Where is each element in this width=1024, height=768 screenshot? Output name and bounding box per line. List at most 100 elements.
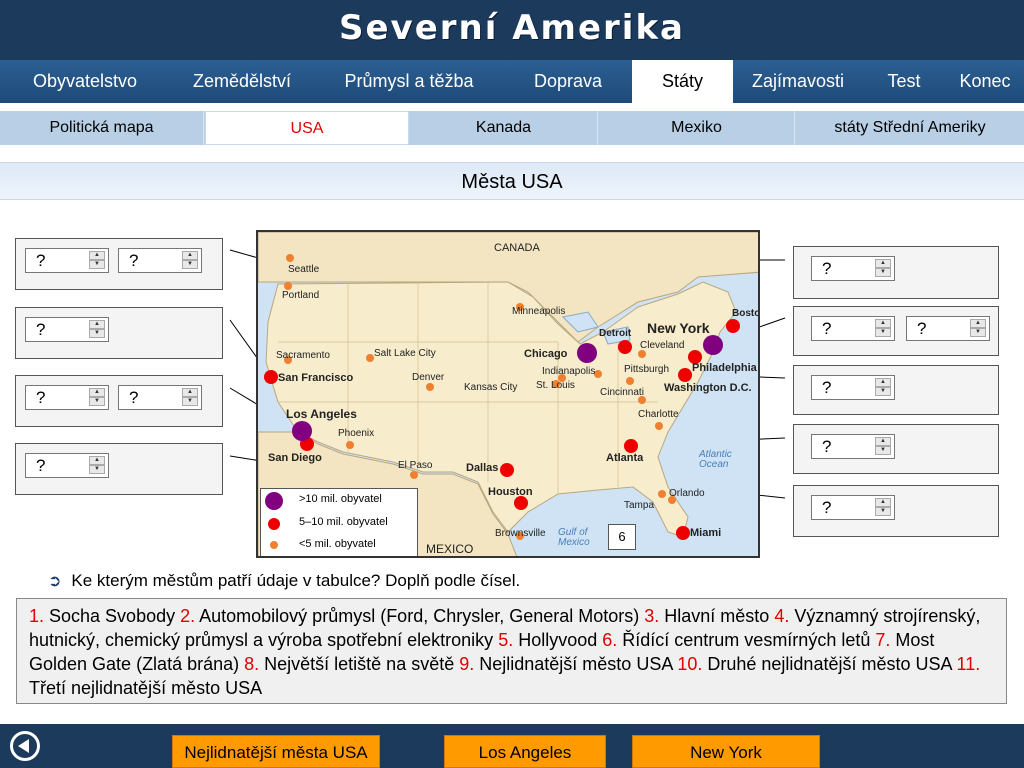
answer-box-right-1: ? ▲ ▼: [793, 246, 999, 299]
clue-number: 11.: [956, 654, 981, 674]
subnav-item-mexiko[interactable]: Mexiko: [599, 111, 795, 145]
spin-down-icon[interactable]: ▼: [875, 446, 891, 455]
answer-box-right-4: ? ▲ ▼: [793, 424, 999, 474]
subnav-item-usa[interactable]: USA: [205, 111, 409, 145]
nav-item-staty[interactable]: Státy: [632, 60, 733, 103]
clue-text: Socha Svobody: [44, 606, 181, 626]
number-six-badge: 6: [608, 524, 636, 550]
city-label-cleveland: Cleveland: [640, 340, 685, 351]
city-label-tampa: Tampa: [624, 500, 655, 511]
spin-down-icon[interactable]: ▼: [89, 329, 105, 338]
nav-item-konec[interactable]: Konec: [946, 60, 1024, 103]
answer-stepper[interactable]: ? ▲ ▼: [811, 434, 895, 459]
answer-box-right-2: ? ▲ ▼ ? ▲ ▼: [793, 306, 999, 356]
answer-value: ?: [822, 498, 832, 517]
spin-down-icon[interactable]: ▼: [89, 465, 105, 474]
answer-stepper[interactable]: ? ▲ ▼: [811, 375, 895, 400]
nav-item-prumysl[interactable]: Průmysl a těžba: [318, 60, 500, 103]
city-label-denver: Denver: [412, 372, 445, 383]
clue-number: 9.: [459, 654, 475, 674]
city-label-brownsville: Brownsville: [495, 528, 546, 539]
answer-value: ?: [822, 259, 832, 278]
answer-value: ?: [36, 456, 46, 475]
spin-up-icon[interactable]: ▲: [875, 319, 891, 328]
answer-stepper[interactable]: ? ▲ ▼: [25, 248, 109, 273]
city-label-houston: Houston: [488, 486, 533, 498]
nav-item-zajimavosti[interactable]: Zajímavosti: [736, 60, 860, 103]
spin-down-icon[interactable]: ▼: [875, 507, 891, 516]
spin-up-icon[interactable]: ▲: [875, 378, 891, 387]
arrow-circle-icon: ➲: [48, 573, 62, 590]
answer-stepper[interactable]: ? ▲ ▼: [118, 385, 202, 410]
nav-item-doprava[interactable]: Doprava: [506, 60, 630, 103]
answer-stepper[interactable]: ? ▲ ▼: [25, 317, 109, 342]
answer-stepper[interactable]: ? ▲ ▼: [25, 385, 109, 410]
answer-value: ?: [129, 251, 139, 270]
answer-value: ?: [917, 319, 927, 338]
city-label-pittsburgh: Pittsburgh: [624, 364, 670, 375]
spin-down-icon[interactable]: ▼: [875, 268, 891, 277]
clues-box: 1. Socha Svobody 2. Automobilový průmysl…: [16, 598, 1007, 704]
city-label-detroit: Detroit: [599, 328, 632, 339]
spin-up-icon[interactable]: ▲: [875, 259, 891, 268]
answer-stepper[interactable]: ? ▲ ▼: [811, 316, 895, 341]
clue-number: 2.: [180, 606, 196, 626]
clue-number: 3.: [644, 606, 660, 626]
usa-map: CANADA MEXICO Atlantic Ocean Gulf of Mex…: [256, 230, 760, 558]
clue-text: Nejlidnatější město USA: [474, 654, 678, 674]
answer-stepper[interactable]: ? ▲ ▼: [811, 495, 895, 520]
clue-text: Druhé nejlidnatější město USA: [702, 654, 957, 674]
answer-stepper[interactable]: ? ▲ ▼: [906, 316, 990, 341]
answer-box-left-1: ? ▲ ▼ ? ▲ ▼: [15, 238, 223, 290]
section-title: Města USA: [0, 162, 1024, 200]
back-arrow-icon[interactable]: [10, 731, 40, 761]
subnav-item-politicka-mapa[interactable]: Politická mapa: [0, 111, 204, 145]
spin-up-icon[interactable]: ▲: [89, 251, 105, 260]
answer-box-right-5: ? ▲ ▼: [793, 485, 999, 537]
spin-up-icon[interactable]: ▲: [970, 319, 986, 328]
city-label-charlotte: Charlotte: [638, 409, 679, 420]
city-label-phoenix: Phoenix: [338, 428, 375, 439]
city-label-boston: Boston: [732, 308, 760, 319]
footer-button-new-york[interactable]: New York: [632, 735, 820, 768]
instruction: ➲ Ke kterým městům patří údaje v tabulce?…: [48, 571, 520, 591]
answer-stepper[interactable]: ? ▲ ▼: [118, 248, 202, 273]
spin-up-icon[interactable]: ▲: [182, 251, 198, 260]
footer-button-nejlidnatejsi-mesta[interactable]: Nejlidnatější města USA: [172, 735, 380, 768]
city-label-san-francisco: San Francisco: [278, 372, 354, 384]
nav-item-obyvatelstvo[interactable]: Obyvatelstvo: [0, 60, 170, 103]
subnav-item-stredni-amerika[interactable]: státy Střední Ameriky: [796, 111, 1024, 145]
clue-number: 6.: [602, 630, 618, 650]
city-label-cincinnati: Cincinnati: [600, 387, 644, 398]
spin-up-icon[interactable]: ▲: [182, 388, 198, 397]
clue-number: 7.: [875, 630, 891, 650]
spin-up-icon[interactable]: ▲: [875, 437, 891, 446]
city-label-dallas: Dallas: [466, 462, 499, 474]
spin-down-icon[interactable]: ▼: [182, 397, 198, 406]
clue-number: 1.: [29, 606, 45, 626]
spin-up-icon[interactable]: ▲: [875, 498, 891, 507]
spin-up-icon[interactable]: ▲: [89, 388, 105, 397]
subnav-item-kanada[interactable]: Kanada: [410, 111, 598, 145]
answer-value: ?: [822, 319, 832, 338]
spin-down-icon[interactable]: ▼: [970, 328, 986, 337]
spin-down-icon[interactable]: ▼: [875, 328, 891, 337]
spin-down-icon[interactable]: ▼: [875, 387, 891, 396]
spin-up-icon[interactable]: ▲: [89, 320, 105, 329]
answer-stepper[interactable]: ? ▲ ▼: [25, 453, 109, 478]
clue-text: Největší letiště na světě: [259, 654, 460, 674]
page: Severní Amerika Obyvatelstvo Zemědělství…: [0, 0, 1024, 768]
footer-bar: Nejlidnatější města USA Los Angeles New …: [0, 724, 1024, 768]
footer-button-los-angeles[interactable]: Los Angeles: [444, 735, 606, 768]
nav-item-test[interactable]: Test: [870, 60, 938, 103]
clue-text: Hlavní město: [659, 606, 775, 626]
spin-down-icon[interactable]: ▼: [182, 260, 198, 269]
page-title: Severní Amerika: [338, 8, 685, 48]
spin-up-icon[interactable]: ▲: [89, 456, 105, 465]
spin-down-icon[interactable]: ▼: [89, 260, 105, 269]
city-label-salt-lake-city: Salt Lake City: [374, 348, 436, 359]
nav-item-zemedelstvi[interactable]: Zemědělství: [172, 60, 312, 103]
clue-text: Řídící centrum vesmírných letů: [617, 630, 876, 650]
spin-down-icon[interactable]: ▼: [89, 397, 105, 406]
answer-stepper[interactable]: ? ▲ ▼: [811, 256, 895, 281]
